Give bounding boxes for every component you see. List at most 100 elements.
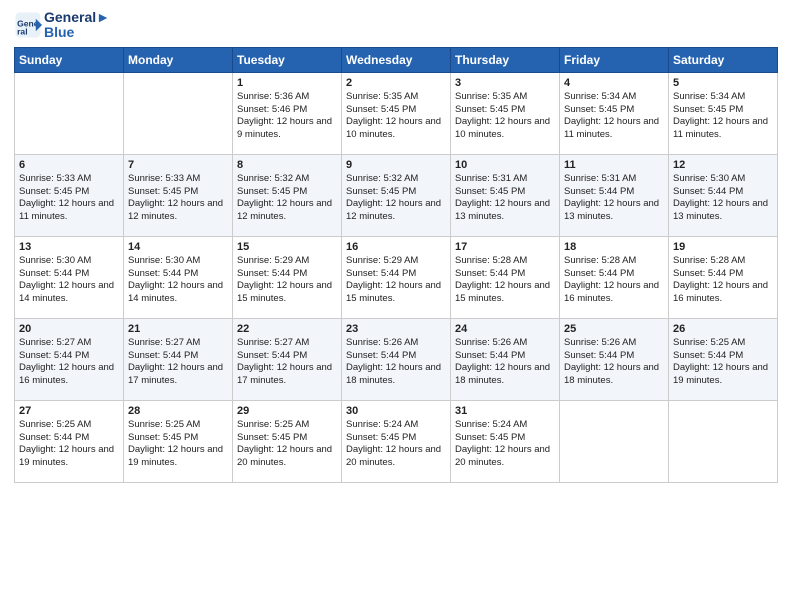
day-detail: Sunrise: 5:32 AMSunset: 5:45 PMDaylight:… (237, 173, 337, 224)
day-detail: Sunrise: 5:25 AMSunset: 5:45 PMDaylight:… (237, 419, 337, 470)
day-number: 22 (237, 323, 337, 335)
day-detail: Sunrise: 5:27 AMSunset: 5:44 PMDaylight:… (19, 337, 119, 388)
day-number: 15 (237, 241, 337, 253)
day-number: 2 (346, 77, 446, 89)
calendar-cell: 16 Sunrise: 5:29 AMSunset: 5:44 PMDayligh… (342, 236, 451, 318)
day-detail: Sunrise: 5:35 AMSunset: 5:45 PMDaylight:… (346, 91, 446, 142)
day-detail: Sunrise: 5:28 AMSunset: 5:44 PMDaylight:… (455, 255, 555, 306)
day-detail: Sunrise: 5:35 AMSunset: 5:45 PMDaylight:… (455, 91, 555, 142)
day-number: 14 (128, 241, 228, 253)
day-detail: Sunrise: 5:28 AMSunset: 5:44 PMDaylight:… (564, 255, 664, 306)
day-number: 20 (19, 323, 119, 335)
day-detail: Sunrise: 5:30 AMSunset: 5:44 PMDaylight:… (673, 173, 773, 224)
day-detail: Sunrise: 5:26 AMSunset: 5:44 PMDaylight:… (346, 337, 446, 388)
day-number: 1 (237, 77, 337, 89)
calendar-cell: 27Sunrise: 5:25 AMSunset: 5:44 PMDayligh… (15, 400, 124, 482)
day-number: 24 (455, 323, 555, 335)
day-number: 19 (673, 241, 773, 253)
calendar-cell: 11 Sunrise: 5:31 AMSunset: 5:44 PMDayligh… (560, 154, 669, 236)
day-number: 21 (128, 323, 228, 335)
day-detail: Sunrise: 5:30 AMSunset: 5:44 PMDaylight:… (19, 255, 119, 306)
day-detail: Sunrise: 5:31 AMSunset: 5:44 PMDaylight:… (564, 173, 664, 224)
day-detail: Sunrise: 5:26 AMSunset: 5:44 PMDaylight:… (564, 337, 664, 388)
calendar-cell: 6 Sunrise: 5:33 AMSunset: 5:45 PMDaylight… (15, 154, 124, 236)
calendar-cell: 20 Sunrise: 5:27 AMSunset: 5:44 PMDayligh… (15, 318, 124, 400)
day-number: 9 (346, 159, 446, 171)
day-number: 30 (346, 405, 446, 417)
calendar-cell (15, 72, 124, 154)
day-detail: Sunrise: 5:31 AMSunset: 5:45 PMDaylight:… (455, 173, 555, 224)
day-detail: Sunrise: 5:28 AMSunset: 5:44 PMDaylight:… (673, 255, 773, 306)
day-number: 17 (455, 241, 555, 253)
day-number: 26 (673, 323, 773, 335)
day-number: 27 (19, 405, 119, 417)
logo-line1: General► (44, 10, 110, 25)
day-detail: Sunrise: 5:36 AMSunset: 5:46 PMDaylight:… (237, 91, 337, 142)
day-detail: Sunrise: 5:24 AMSunset: 5:45 PMDaylight:… (455, 419, 555, 470)
calendar-week-row: 13 Sunrise: 5:30 AMSunset: 5:44 PMDayligh… (15, 236, 778, 318)
day-number: 3 (455, 77, 555, 89)
day-detail: Sunrise: 5:34 AMSunset: 5:45 PMDaylight:… (564, 91, 664, 142)
day-detail: Sunrise: 5:24 AMSunset: 5:45 PMDaylight:… (346, 419, 446, 470)
logo-line2: Blue (44, 25, 110, 40)
calendar-cell: 19 Sunrise: 5:28 AMSunset: 5:44 PMDayligh… (669, 236, 778, 318)
day-header-wednesday: Wednesday (342, 47, 451, 72)
calendar-cell: 17 Sunrise: 5:28 AMSunset: 5:44 PMDayligh… (451, 236, 560, 318)
calendar-cell: 1 Sunrise: 5:36 AMSunset: 5:46 PMDaylight… (233, 72, 342, 154)
day-detail: Sunrise: 5:25 AMSunset: 5:44 PMDaylight:… (673, 337, 773, 388)
day-number: 7 (128, 159, 228, 171)
day-number: 5 (673, 77, 773, 89)
calendar-cell: 10 Sunrise: 5:31 AMSunset: 5:45 PMDayligh… (451, 154, 560, 236)
day-number: 31 (455, 405, 555, 417)
day-number: 8 (237, 159, 337, 171)
calendar-cell: 24 Sunrise: 5:26 AMSunset: 5:44 PMDayligh… (451, 318, 560, 400)
day-number: 6 (19, 159, 119, 171)
calendar-cell: 15Sunrise: 5:29 AMSunset: 5:44 PMDayligh… (233, 236, 342, 318)
day-number: 13 (19, 241, 119, 253)
logo-icon: Gene- ral (14, 11, 42, 39)
day-header-friday: Friday (560, 47, 669, 72)
calendar-week-row: 1 Sunrise: 5:36 AMSunset: 5:46 PMDaylight… (15, 72, 778, 154)
day-header-tuesday: Tuesday (233, 47, 342, 72)
day-detail: Sunrise: 5:26 AMSunset: 5:44 PMDaylight:… (455, 337, 555, 388)
calendar-cell: 29 Sunrise: 5:25 AMSunset: 5:45 PMDayligh… (233, 400, 342, 482)
day-detail: Sunrise: 5:25 AMSunset: 5:45 PMDaylight:… (128, 419, 228, 470)
day-header-sunday: Sunday (15, 47, 124, 72)
header: Gene- ral General► Blue (14, 10, 778, 41)
day-number: 4 (564, 77, 664, 89)
day-number: 18 (564, 241, 664, 253)
calendar-cell: 7 Sunrise: 5:33 AMSunset: 5:45 PMDaylight… (124, 154, 233, 236)
calendar-cell: 23Sunrise: 5:26 AMSunset: 5:44 PMDayligh… (342, 318, 451, 400)
day-number: 28 (128, 405, 228, 417)
calendar-cell: 30 Sunrise: 5:24 AMSunset: 5:45 PMDayligh… (342, 400, 451, 482)
calendar-cell: 14 Sunrise: 5:30 AMSunset: 5:44 PMDayligh… (124, 236, 233, 318)
calendar-cell: 22 Sunrise: 5:27 AMSunset: 5:44 PMDayligh… (233, 318, 342, 400)
calendar-cell: 4 Sunrise: 5:34 AMSunset: 5:45 PMDaylight… (560, 72, 669, 154)
day-number: 10 (455, 159, 555, 171)
day-detail: Sunrise: 5:32 AMSunset: 5:45 PMDaylight:… (346, 173, 446, 224)
day-detail: Sunrise: 5:33 AMSunset: 5:45 PMDaylight:… (128, 173, 228, 224)
calendar-cell: 21 Sunrise: 5:27 AMSunset: 5:44 PMDayligh… (124, 318, 233, 400)
calendar-cell: 5Sunrise: 5:34 AMSunset: 5:45 PMDaylight… (669, 72, 778, 154)
day-header-saturday: Saturday (669, 47, 778, 72)
calendar-cell (124, 72, 233, 154)
calendar-cell: 12Sunrise: 5:30 AMSunset: 5:44 PMDayligh… (669, 154, 778, 236)
calendar-week-row: 20 Sunrise: 5:27 AMSunset: 5:44 PMDayligh… (15, 318, 778, 400)
day-detail: Sunrise: 5:29 AMSunset: 5:44 PMDaylight:… (346, 255, 446, 306)
logo: Gene- ral General► Blue (14, 10, 110, 41)
calendar-cell: 18 Sunrise: 5:28 AMSunset: 5:44 PMDayligh… (560, 236, 669, 318)
calendar-week-row: 27Sunrise: 5:25 AMSunset: 5:44 PMDayligh… (15, 400, 778, 482)
day-detail: Sunrise: 5:33 AMSunset: 5:45 PMDaylight:… (19, 173, 119, 224)
calendar-cell: 9 Sunrise: 5:32 AMSunset: 5:45 PMDaylight… (342, 154, 451, 236)
day-number: 25 (564, 323, 664, 335)
day-number: 29 (237, 405, 337, 417)
calendar-cell: 3 Sunrise: 5:35 AMSunset: 5:45 PMDaylight… (451, 72, 560, 154)
day-number: 11 (564, 159, 664, 171)
day-detail: Sunrise: 5:27 AMSunset: 5:44 PMDaylight:… (237, 337, 337, 388)
calendar-cell (669, 400, 778, 482)
day-detail: Sunrise: 5:30 AMSunset: 5:44 PMDaylight:… (128, 255, 228, 306)
day-number: 16 (346, 241, 446, 253)
day-detail: Sunrise: 5:27 AMSunset: 5:44 PMDaylight:… (128, 337, 228, 388)
calendar-cell: 31 Sunrise: 5:24 AMSunset: 5:45 PMDayligh… (451, 400, 560, 482)
day-header-thursday: Thursday (451, 47, 560, 72)
